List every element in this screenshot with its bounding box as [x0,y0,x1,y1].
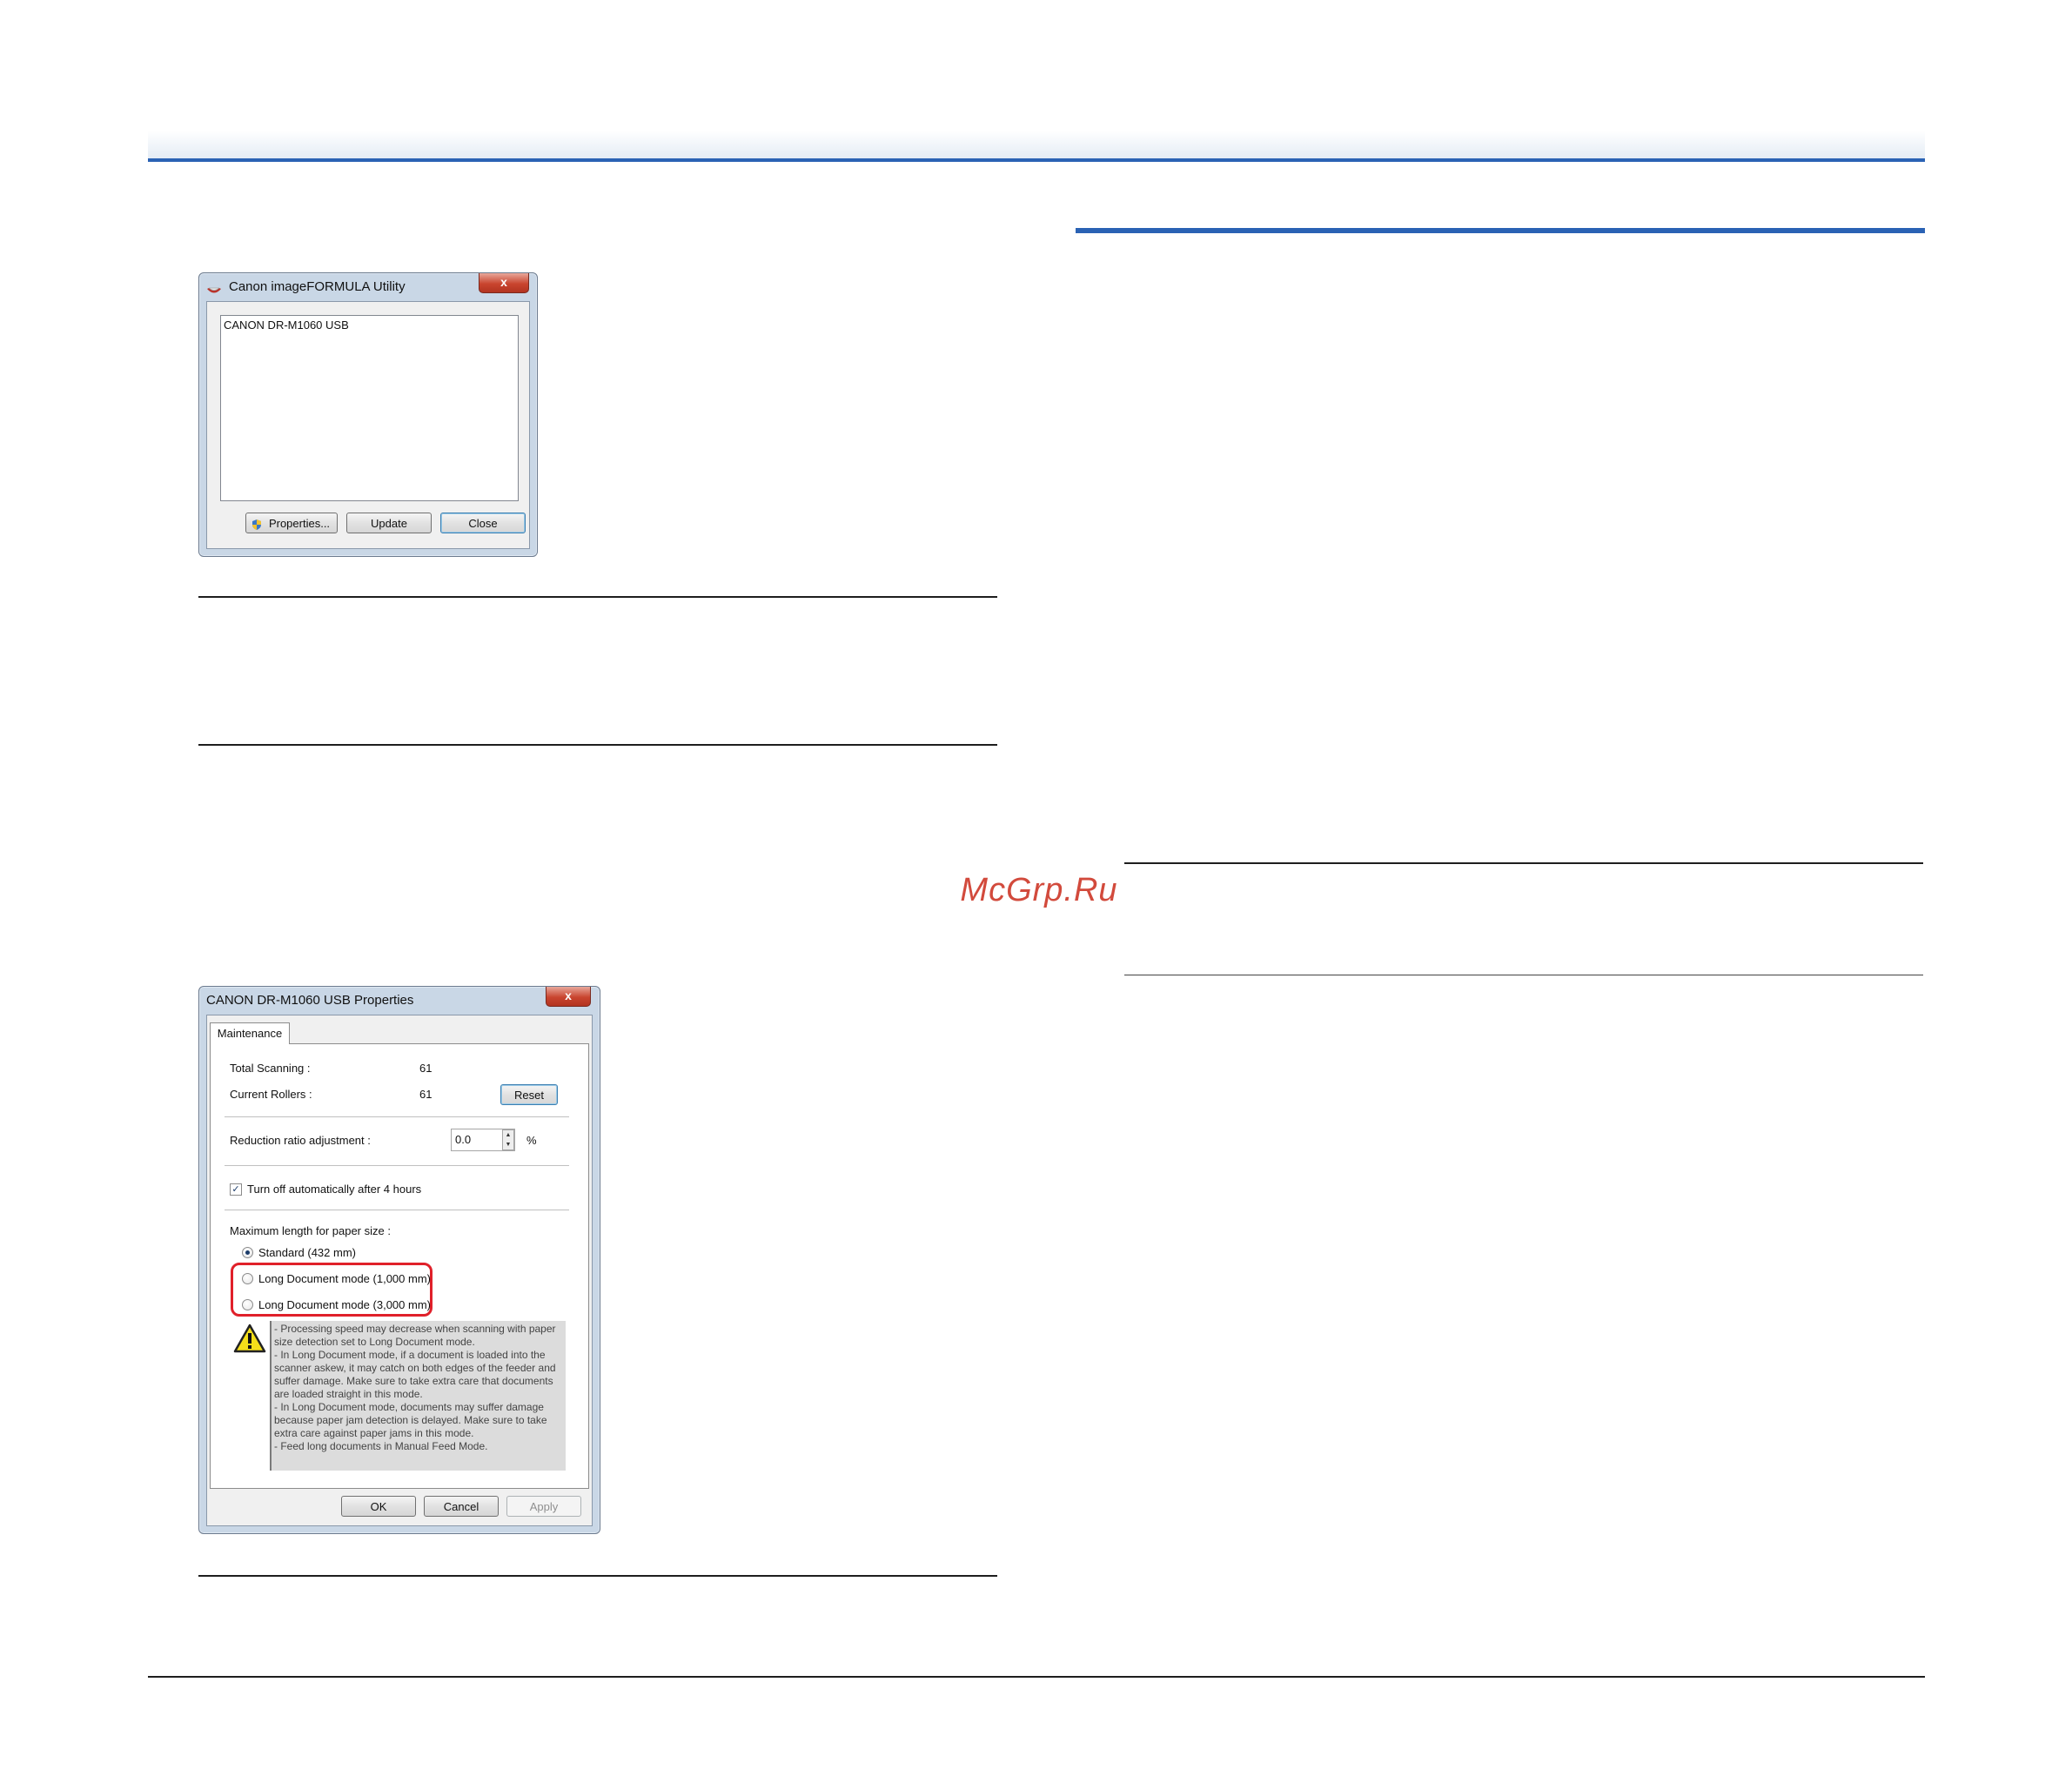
note-rule-top [198,596,997,598]
page-header-rule [148,158,1925,162]
update-button[interactable]: Update [346,513,432,533]
long-3000-radio-label: Long Document mode (3,000 mm) [258,1298,431,1311]
long-1000-radio-label: Long Document mode (1,000 mm) [258,1272,431,1285]
auto-off-checkbox[interactable]: ✓ [230,1183,242,1196]
properties-close-icon[interactable]: x [546,987,591,1007]
standard-radio[interactable] [242,1247,253,1258]
reduction-ratio-label: Reduction ratio adjustment : [230,1134,371,1147]
utility-title: Canon imageFORMULA Utility [229,279,406,294]
total-scanning-value: 61 [419,1062,433,1075]
standard-radio-label: Standard (432 mm) [258,1246,356,1259]
note-rule-bottom [198,744,997,746]
watermark: McGrp.Ru [960,872,1118,908]
bottom-note-rule [198,1575,997,1577]
properties-button-label: Properties... [268,517,331,530]
page-header-band [148,131,1925,158]
utility-close-icon[interactable]: x [479,273,529,293]
properties-titlebar: CANON DR-M1060 USB Properties [199,987,600,1015]
reduction-ratio-unit: % [526,1134,537,1147]
properties-button[interactable]: Properties... [245,513,338,533]
utility-window: Canon imageFORMULA Utility x CANON DR-M1… [198,272,538,557]
separator [225,1165,569,1167]
long-3000-radio[interactable] [242,1299,253,1310]
max-length-label: Maximum length for paper size : [230,1224,391,1237]
reduction-ratio-stepper[interactable]: 0.0 ▲ ▼ [451,1129,515,1151]
warning-icon [233,1324,266,1353]
separator [225,1116,569,1118]
right-note-rule-top [1124,862,1923,864]
section-title-rule [1076,228,1925,233]
spin-arrows-icon[interactable]: ▲ ▼ [502,1129,514,1150]
cancel-button[interactable]: Cancel [424,1496,499,1517]
properties-title: CANON DR-M1060 USB Properties [206,993,414,1008]
maintenance-panel: Total Scanning : 61 Current Rollers : 61… [210,1043,589,1489]
total-scanning-label: Total Scanning : [230,1062,311,1075]
page-footer-rule [148,1676,1925,1678]
ok-button[interactable]: OK [341,1496,416,1517]
auto-off-label: Turn off automatically after 4 hours [247,1183,422,1196]
reset-button[interactable]: Reset [500,1084,558,1105]
current-rollers-label: Current Rollers : [230,1088,312,1101]
tab-maintenance[interactable]: Maintenance [210,1022,290,1044]
utility-client-area: CANON DR-M1060 USB Properties... Update … [206,301,530,549]
warning-message: - Processing speed may decrease when sca… [270,1321,566,1471]
device-list[interactable]: CANON DR-M1060 USB [220,315,519,501]
reduction-ratio-input[interactable]: 0.0 [455,1133,471,1147]
properties-window: CANON DR-M1060 USB Properties x Maintena… [198,986,600,1534]
shield-icon [251,517,263,530]
current-rollers-value: 61 [419,1088,433,1101]
properties-client-area: Maintenance Total Scanning : 61 Current … [206,1015,593,1526]
long-1000-radio[interactable] [242,1273,253,1284]
apply-button[interactable]: Apply [506,1496,581,1517]
separator [225,1210,569,1211]
device-list-item[interactable]: CANON DR-M1060 USB [224,318,349,332]
scanner-app-icon [206,280,222,293]
close-button[interactable]: Close [440,513,526,533]
